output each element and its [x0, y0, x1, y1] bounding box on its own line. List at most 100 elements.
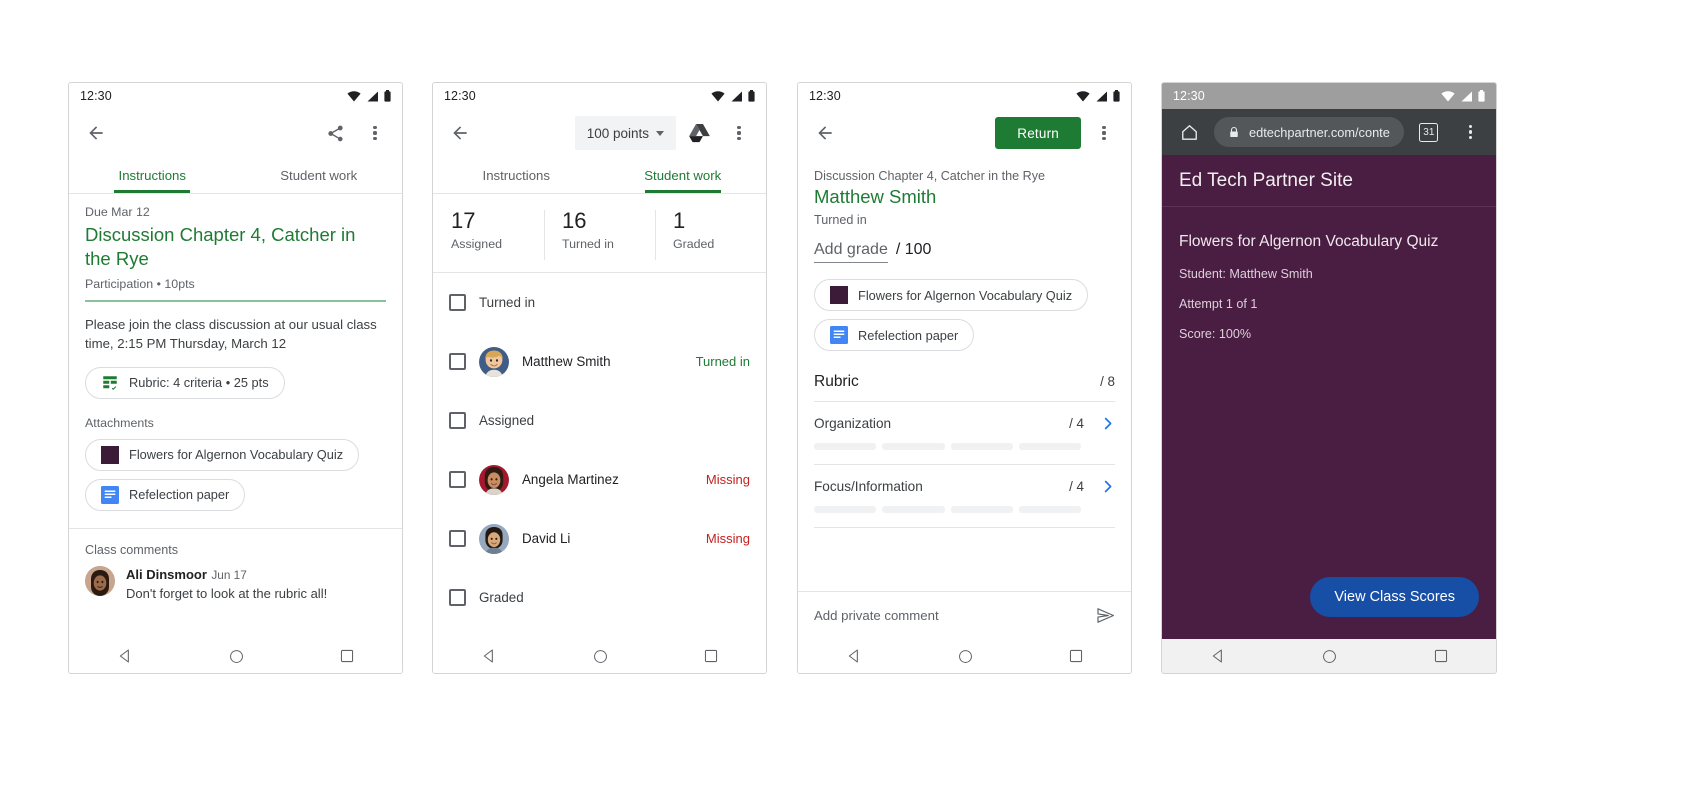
share-button[interactable] — [318, 116, 352, 150]
status-icons — [347, 90, 391, 102]
stat-number: 1 — [673, 208, 686, 233]
site-title: Ed Tech Partner Site — [1179, 169, 1353, 191]
rubric-chip-label: Rubric: 4 criteria • 25 pts — [129, 375, 269, 391]
wifi-icon — [1076, 90, 1090, 101]
detail-attempt: Attempt 1 of 1 — [1179, 297, 1258, 311]
class-comments-label: Class comments — [85, 542, 179, 557]
quiz-thumbnail-icon — [830, 286, 848, 304]
checkbox[interactable] — [449, 353, 466, 370]
url-bar[interactable]: edtechpartner.com/conte — [1214, 117, 1404, 147]
phone-panel-grading: 12:30 Return Discussion Chapter 4, Catch… — [797, 82, 1132, 674]
status-icons — [1441, 90, 1485, 102]
phone-panel-browser: 12:30 edtechpartner.com/conte 31 Ed Tech… — [1161, 82, 1497, 674]
overflow-menu-button[interactable] — [1454, 115, 1488, 149]
view-class-scores-button[interactable]: View Class Scores — [1310, 577, 1479, 617]
table-row[interactable]: Matthew Smith Turned in — [433, 332, 766, 391]
back-button[interactable] — [443, 116, 477, 150]
tab-instructions[interactable]: Instructions — [433, 157, 600, 193]
nav-recents-icon[interactable] — [340, 649, 354, 663]
rubric-criterion[interactable]: Focus/Information / 4 — [814, 465, 1115, 513]
app-bar: Return — [798, 109, 1131, 157]
checkbox[interactable] — [449, 412, 466, 429]
nav-home-icon[interactable] — [229, 649, 244, 664]
attachment-chip-doc[interactable]: Refelection paper — [814, 319, 975, 351]
private-comment-input[interactable]: Add private comment — [814, 608, 1096, 623]
stat-label: Graded — [673, 237, 715, 251]
detail-score: Score: 100% — [1179, 327, 1252, 341]
drive-button[interactable] — [682, 116, 716, 150]
table-row[interactable]: Angela Martinez Missing — [433, 450, 766, 509]
google-docs-icon — [830, 326, 848, 344]
signal-icon — [1461, 91, 1472, 101]
overflow-menu-button[interactable] — [358, 116, 392, 150]
wifi-icon — [711, 90, 725, 101]
checkbox[interactable] — [449, 530, 466, 547]
overflow-menu-button[interactable] — [1087, 116, 1121, 150]
tab-bar: Instructions Student work — [433, 157, 766, 194]
more-vert-icon — [737, 125, 741, 141]
share-icon — [327, 125, 343, 141]
grade-row: Add grade / 100 — [814, 241, 1115, 263]
more-vert-icon — [373, 125, 377, 141]
phone-panel-instructions: 12:30 Instructions Student work Due Mar … — [68, 82, 403, 674]
nav-back-icon[interactable] — [1210, 648, 1226, 664]
back-button[interactable] — [808, 116, 842, 150]
submission-state: Turned in — [814, 213, 867, 227]
nav-back-icon[interactable] — [481, 648, 497, 664]
checkbox[interactable] — [449, 294, 466, 311]
status-bar: 12:30 — [433, 83, 766, 109]
tab-student-work[interactable]: Student work — [600, 157, 767, 193]
nav-home-icon[interactable] — [593, 649, 608, 664]
stat-label: Assigned — [451, 237, 502, 251]
nav-back-icon[interactable] — [117, 648, 133, 664]
rubric-chip[interactable]: Rubric: 4 criteria • 25 pts — [85, 366, 285, 399]
comment-author: Ali Dinsmoor — [126, 566, 207, 582]
chevron-right-icon[interactable] — [1100, 416, 1115, 431]
android-nav-bar — [1162, 639, 1496, 673]
attachment-chip-quiz[interactable]: Flowers for Algernon Vocabulary Quiz — [814, 279, 1089, 311]
student-name: David Li — [522, 531, 571, 546]
nav-recents-icon[interactable] — [704, 649, 718, 663]
status-icons — [711, 90, 755, 102]
chevron-right-icon[interactable] — [1100, 479, 1115, 494]
stats-row: 17 Assigned 16 Turned in 1 Graded — [433, 194, 766, 272]
page-title: Flowers for Algernon Vocabulary Quiz — [1179, 233, 1439, 250]
nav-home-icon[interactable] — [958, 649, 973, 664]
attachment-chip-quiz[interactable]: Flowers for Algernon Vocabulary Quiz — [85, 438, 360, 471]
checkbox[interactable] — [449, 471, 466, 488]
tab-student-work[interactable]: Student work — [236, 157, 403, 193]
comment-item: Ali Dinsmoor Jun 17 Don't forget to look… — [69, 557, 402, 601]
nav-back-icon[interactable] — [846, 648, 862, 664]
home-button[interactable] — [1172, 115, 1206, 149]
tab-instructions[interactable]: Instructions — [69, 157, 236, 193]
browser-toolbar: edtechpartner.com/conte 31 — [1162, 109, 1496, 155]
attachment-chip-doc[interactable]: Refelection paper — [85, 478, 246, 511]
nav-recents-icon[interactable] — [1434, 649, 1448, 663]
add-grade-input[interactable]: Add grade — [814, 241, 888, 263]
tab-switcher-button[interactable]: 31 — [1412, 115, 1446, 149]
return-button[interactable]: Return — [995, 117, 1081, 149]
status-badge: Missing — [705, 531, 750, 546]
send-icon[interactable] — [1096, 606, 1115, 625]
signal-icon — [1096, 91, 1107, 101]
list-item-group[interactable]: Turned in — [433, 273, 766, 332]
assignment-description: Please join the class discussion at our … — [85, 316, 377, 351]
rubric-criterion[interactable]: Organization / 4 — [814, 402, 1115, 450]
points-dropdown[interactable]: 100 points — [574, 116, 676, 150]
stat-assigned: 17 Assigned — [433, 208, 544, 251]
status-clock: 12:30 — [444, 89, 476, 103]
nav-home-icon[interactable] — [1322, 649, 1337, 664]
list-item-group[interactable]: Assigned — [433, 391, 766, 450]
list-item-group[interactable]: Graded — [433, 568, 766, 627]
nav-recents-icon[interactable] — [1069, 649, 1083, 663]
assignment-name: Discussion Chapter 4, Catcher in the Rye — [814, 169, 1045, 183]
assignment-title: Discussion Chapter 4, Catcher in the Rye — [85, 224, 356, 269]
criterion-score: / 4 — [1069, 416, 1084, 431]
table-row[interactable]: David Li Missing — [433, 509, 766, 568]
checkbox[interactable] — [449, 589, 466, 606]
overflow-menu-button[interactable] — [722, 116, 756, 150]
rubric-header: Rubric / 8 — [814, 373, 1115, 391]
back-button[interactable] — [79, 116, 113, 150]
stat-number: 17 — [451, 208, 476, 233]
comment-header: Ali Dinsmoor Jun 17 — [126, 566, 327, 584]
